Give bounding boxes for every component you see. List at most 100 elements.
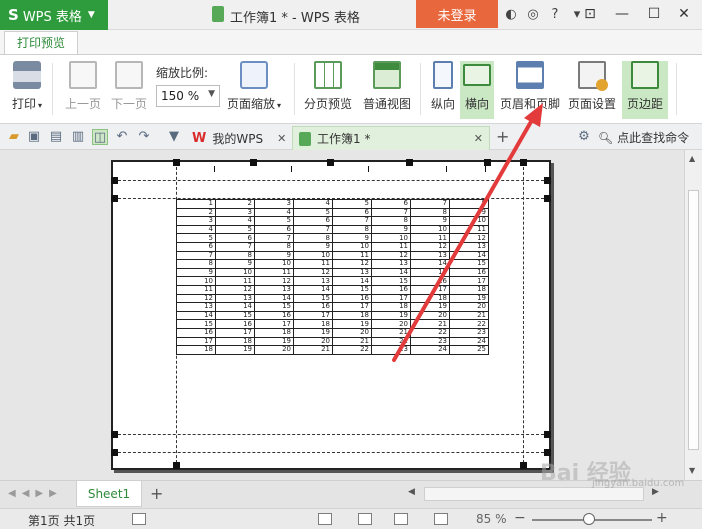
table-cell: 20 [410, 310, 450, 321]
zoom-out-button[interactable]: − [514, 510, 526, 526]
zoom-slider-handle[interactable] [583, 513, 595, 525]
tab-print-preview[interactable]: 打印预览 [4, 31, 79, 54]
margin-handle[interactable] [173, 159, 180, 166]
normal-view-icon[interactable] [318, 513, 332, 525]
table-cell: 20 [332, 327, 372, 338]
portrait-button[interactable]: 纵向 [428, 61, 458, 119]
table-cell: 6 [332, 207, 372, 218]
search-command[interactable]: 🔍︎ 点此查找命令 [598, 129, 689, 146]
margin-handle[interactable] [111, 195, 118, 202]
scroll-down-icon[interactable]: ▼ [689, 466, 695, 475]
table-cell: 9 [254, 250, 294, 261]
save-icon[interactable]: ▣ [26, 129, 42, 145]
right-margin-guide[interactable] [523, 162, 524, 468]
add-sheet-button[interactable]: + [150, 484, 163, 503]
normal-view-label: 普通视图 [362, 97, 411, 111]
landscape-icon [463, 64, 491, 86]
close-button[interactable]: ✕ [668, 0, 700, 28]
table-cell: 7 [215, 241, 255, 252]
ribbon-tab-bar: 打印预览 [0, 30, 702, 54]
table-cell: 17 [215, 327, 255, 338]
close-icon[interactable]: ✕ [277, 132, 286, 145]
scroll-thumb[interactable] [688, 190, 699, 450]
prev-page-button[interactable]: 上一页 [62, 61, 104, 119]
tab-workbook[interactable]: 工作簿1 * ✕ [292, 126, 490, 150]
open-folder-icon[interactable]: ▰ [6, 129, 22, 145]
margin-handle[interactable] [173, 462, 180, 469]
table-cell: 6 [254, 224, 294, 235]
page-setup-button[interactable]: 页面设置 [566, 61, 618, 119]
new-tab-button[interactable]: + [496, 127, 509, 146]
scroll-up-icon[interactable]: ▲ [689, 154, 695, 163]
margin-handle[interactable] [520, 159, 527, 166]
close-icon[interactable]: ✕ [474, 132, 483, 145]
table-cell: 10 [176, 276, 216, 286]
horizontal-scrollbar[interactable]: ◀ ▶ [404, 487, 664, 501]
skin-icon[interactable]: ◐ [500, 7, 522, 22]
bottom-margin-guide[interactable] [113, 434, 549, 435]
page-break-icon [314, 61, 342, 89]
page-break-preview-button[interactable]: 分页预览 [302, 61, 354, 119]
margin-handle[interactable] [544, 431, 551, 438]
scroll-left-icon[interactable]: ◀ [408, 487, 415, 497]
zoom-select[interactable]: 150 % ▼ [156, 85, 220, 107]
page-layout-icon[interactable] [358, 513, 372, 525]
landscape-button[interactable]: 横向 [460, 61, 494, 119]
zoom-in-button[interactable]: + [656, 510, 668, 526]
margin-handle[interactable] [250, 159, 257, 166]
zoom-value: 150 % [161, 89, 200, 103]
table-cell: 5 [293, 207, 333, 218]
redo-icon[interactable]: ↷ [136, 129, 152, 145]
margin-handle[interactable] [520, 462, 527, 469]
margin-handle[interactable] [111, 449, 118, 456]
margins-button[interactable]: 页边距 [622, 61, 668, 119]
margin-handle[interactable] [111, 177, 118, 184]
print-icon[interactable]: ▥ [70, 129, 86, 145]
next-page-icon [115, 61, 143, 89]
next-page-button[interactable]: 下一页 [108, 61, 150, 119]
maximize-button[interactable]: ☐ [638, 0, 670, 28]
tab-my-wps[interactable]: W 我的WPS ✕ [186, 126, 292, 150]
restore-ribbon-button[interactable]: ⊡ [574, 0, 606, 28]
cell-icon[interactable] [132, 513, 146, 525]
page-break-icon[interactable] [394, 513, 408, 525]
page-zoom-button[interactable]: 页面缩放 ▾ [222, 61, 286, 119]
normal-view-button[interactable]: 普通视图 [360, 61, 414, 119]
table-cell: 2 [215, 199, 255, 209]
share-icon[interactable]: ◎ [522, 7, 544, 22]
table-cell: 12 [176, 293, 216, 304]
table-cell: 22 [371, 336, 411, 347]
table-cell: 2 [176, 207, 216, 218]
table-cell: 23 [371, 345, 411, 355]
vertical-scrollbar[interactable]: ▲ ▼ [684, 150, 702, 480]
scroll-track[interactable] [424, 487, 644, 501]
wps-logo-icon: S [8, 6, 19, 24]
footer-margin-guide[interactable] [113, 452, 549, 453]
margin-handle[interactable] [484, 159, 491, 166]
margin-handle[interactable] [544, 195, 551, 202]
app-menu-button[interactable]: S WPS 表格 ▼ [0, 0, 108, 30]
print-preview-icon[interactable]: ◫ [92, 129, 108, 145]
margin-handle[interactable] [544, 177, 551, 184]
chevron-down-icon[interactable]: ▼ [166, 129, 182, 145]
table-cell: 14 [410, 259, 450, 269]
table-cell: 13 [371, 259, 411, 269]
table-row: 5 6 7 8 9 10 11 12 [176, 233, 489, 243]
sheet-nav-arrows[interactable]: ◀◀▶▶ [8, 488, 63, 499]
print-button[interactable]: 打印 ▾ [8, 61, 46, 119]
header-margin-guide[interactable] [113, 180, 549, 181]
export-icon[interactable]: ▤ [48, 129, 64, 145]
login-button[interactable]: 未登录 [416, 0, 498, 28]
settings-icon[interactable]: ⚙ [576, 129, 592, 145]
header-footer-button[interactable]: 页眉和页脚 [498, 61, 562, 119]
margin-handle[interactable] [406, 159, 413, 166]
zoom-percent[interactable]: 85 % [476, 512, 507, 526]
minimize-button[interactable]: — [606, 0, 638, 28]
table-cell: 13 [293, 276, 333, 286]
margin-handle[interactable] [111, 431, 118, 438]
help-icon[interactable]: ? [544, 7, 566, 22]
undo-icon[interactable]: ↶ [114, 129, 130, 145]
eye-protect-icon[interactable] [434, 513, 448, 525]
margin-handle[interactable] [327, 159, 334, 166]
sheet-tab[interactable]: Sheet1 [76, 481, 142, 507]
